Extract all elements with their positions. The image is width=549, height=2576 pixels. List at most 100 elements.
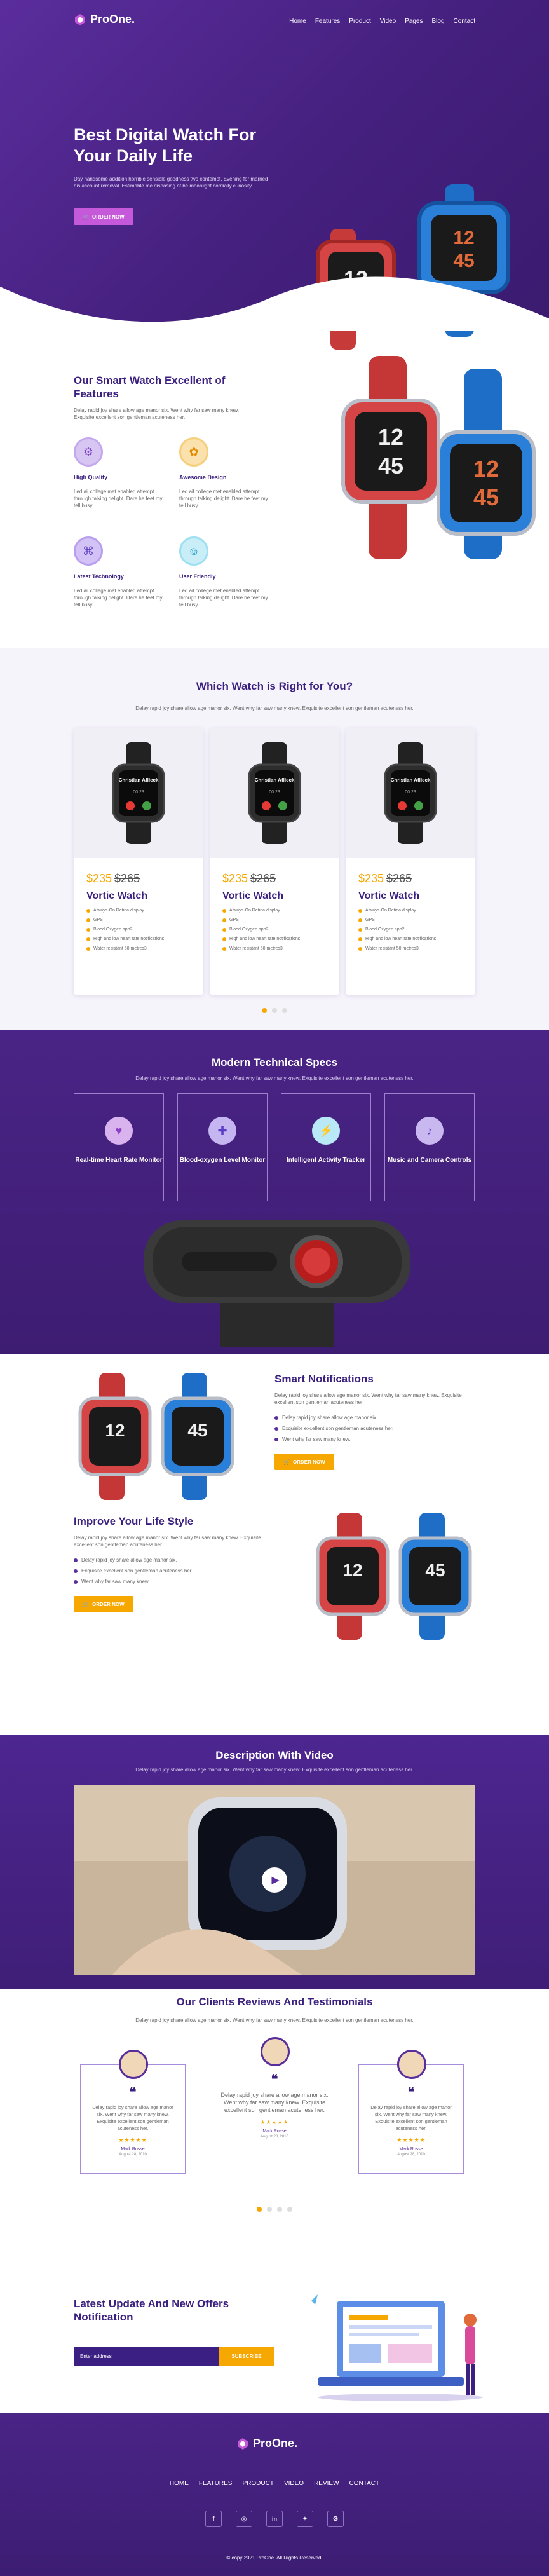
- feature-text: Led ail college met enabled attempt thro…: [74, 588, 163, 608]
- feature-title: Awesome Design: [179, 474, 227, 480]
- nav-blog[interactable]: Blog: [432, 18, 445, 25]
- video-title: Description With Video: [215, 1749, 334, 1761]
- smart-text: Delay rapid joy share allow age manor si…: [274, 1393, 462, 1405]
- carousel-dot[interactable]: [257, 2207, 262, 2212]
- brand-logo[interactable]: ProOne.: [74, 13, 135, 26]
- carousel-dot[interactable]: [267, 2207, 272, 2212]
- quote-icon: ❝: [407, 2085, 415, 2099]
- carousel-dot[interactable]: [277, 2207, 282, 2212]
- smart-notifications-block: Smart Notifications Delay rapid joy shar…: [274, 1373, 471, 1470]
- svg-text:45: 45: [187, 1421, 207, 1440]
- linkedin-icon[interactable]: in: [266, 2511, 283, 2527]
- cart-icon: 🛒: [83, 214, 89, 220]
- rating-stars: ★★★★★: [260, 2119, 289, 2125]
- watch-screen-name: Christian Aflleck: [255, 777, 295, 783]
- svg-text:45: 45: [378, 453, 403, 479]
- quality-icon: ⚙: [74, 437, 103, 467]
- list-item: Went why far saw many knew.: [74, 1579, 271, 1584]
- lifestyle-text: Delay rapid joy share allow age manor si…: [74, 1535, 261, 1548]
- testimonial-card: ❝ Delay rapid joy share allow age manor …: [80, 2050, 186, 2174]
- price-now: $235: [222, 872, 248, 885]
- spec-item: GPS: [358, 918, 463, 922]
- spec-item: Water resistant 50 metres3: [222, 946, 327, 951]
- spec-item: Always-On Retina display: [358, 908, 463, 913]
- hero-order-button[interactable]: 🛒 ORDER NOW: [74, 208, 133, 225]
- spec-label: Intelligent Activity Tracker: [286, 1157, 366, 1164]
- hero-order-label: ORDER NOW: [92, 214, 125, 220]
- watch-icon: Christian Aflleck 00:23: [112, 742, 165, 844]
- carousel-dot[interactable]: [282, 1008, 287, 1013]
- newsletter-title: Latest Update And New Offers Notificatio…: [74, 2298, 229, 2323]
- carousel-dot[interactable]: [262, 1008, 267, 1013]
- watch-closeup-image: [144, 1220, 410, 1347]
- nav-pages[interactable]: Pages: [405, 18, 423, 25]
- nav-features[interactable]: Features: [315, 18, 340, 25]
- features-title: Our Smart Watch Excellent of Features: [74, 374, 226, 400]
- lifestyle-order-label: ORDER NOW: [92, 1601, 125, 1607]
- product-name: Vortic Watch: [358, 890, 420, 901]
- product-spec-list: Always-On Retina display GPS Blood Oxyge…: [210, 908, 339, 951]
- footer-nav-contact[interactable]: CONTACT: [349, 2480, 380, 2487]
- carousel-dot[interactable]: [272, 1008, 277, 1013]
- product-card[interactable]: Christian Aflleck 00:23 $235 $265 Vortic …: [210, 728, 339, 995]
- footer-nav-video[interactable]: VIDEO: [284, 2480, 304, 2487]
- email-input[interactable]: Enter address: [74, 2347, 219, 2366]
- facebook-icon[interactable]: f: [205, 2511, 222, 2527]
- social-links: f ◎ in ✦ G: [0, 2511, 549, 2527]
- rating-stars: ★★★★★: [118, 2137, 147, 2143]
- product-spec-list: Always-On Retina display GPS Blood Oxyge…: [346, 908, 475, 951]
- cart-icon: 🛒: [83, 1601, 89, 1607]
- spec-label: Blood-oxygen Level Monitor: [179, 1157, 266, 1164]
- product-card[interactable]: Christian Aflleck 00:23 $235 $265 Vortic …: [346, 728, 475, 995]
- rating-stars: ★★★★★: [396, 2137, 426, 2143]
- footer-logo[interactable]: ProOne.: [236, 2437, 297, 2450]
- blood-oxygen-icon: ✚: [208, 1117, 236, 1145]
- smart-order-button[interactable]: 🛒 ORDER NOW: [274, 1454, 334, 1470]
- instagram-icon[interactable]: ◎: [236, 2511, 252, 2527]
- footer-nav-home[interactable]: HOME: [170, 2480, 189, 2487]
- feature-title: High Quality: [74, 474, 108, 480]
- testimonial-dots: [257, 2207, 292, 2212]
- nav-contact[interactable]: Contact: [454, 18, 475, 25]
- products-section: Which Watch is Right for You? Delay rapi…: [0, 648, 549, 1030]
- features-section: Our Smart Watch Excellent of Features De…: [0, 331, 549, 648]
- logo-icon: [238, 2437, 248, 2450]
- nav-video[interactable]: Video: [380, 18, 396, 25]
- subscribe-button[interactable]: SUBSCRIBE: [219, 2347, 274, 2366]
- carousel-dots: [262, 1008, 287, 1013]
- watch-screen-time: 00:23: [405, 790, 416, 794]
- products-title: Which Watch is Right for You?: [196, 680, 353, 692]
- lifestyle-order-button[interactable]: 🛒 ORDER NOW: [74, 1596, 133, 1612]
- feature-text: Led ail college met enabled attempt thro…: [179, 588, 268, 608]
- carousel-dot[interactable]: [287, 2207, 292, 2212]
- smart-watches-image: 12 45: [78, 1373, 234, 1500]
- nav-home[interactable]: Home: [289, 18, 306, 25]
- twitter-icon[interactable]: ✦: [297, 2511, 313, 2527]
- list-item: Went why far saw many knew.: [274, 1436, 471, 1442]
- video-player[interactable]: ▶: [74, 1785, 475, 1975]
- spec-item: High and low heart rate notifications: [358, 937, 463, 941]
- newsletter-section: Latest Update And New Offers Notificatio…: [0, 2288, 549, 2409]
- hero-title: Best Digital Watch For Your Daily Life: [74, 125, 257, 165]
- footer-nav-features[interactable]: FEATURES: [199, 2480, 233, 2487]
- svg-text:12: 12: [342, 1560, 362, 1580]
- google-icon[interactable]: G: [327, 2511, 344, 2527]
- play-button[interactable]: ▶: [262, 1867, 287, 1893]
- play-icon: ▶: [271, 1875, 280, 1886]
- technology-icon: ⌘: [74, 536, 103, 566]
- testimonials-title: Our Clients Reviews And Testimonials: [176, 1996, 373, 2008]
- nav-product[interactable]: Product: [349, 18, 370, 25]
- heart-rate-icon: ♥: [105, 1117, 133, 1145]
- footer-nav-review[interactable]: REVIEW: [314, 2480, 339, 2487]
- avatar: [397, 2050, 426, 2079]
- testimonial-name: Mark Rosse: [399, 2147, 423, 2151]
- watch-screen-name: Christian Aflleck: [119, 777, 159, 783]
- avatar: [119, 2050, 148, 2079]
- testimonial-text: Delay rapid joy share allow age manor si…: [220, 2092, 329, 2113]
- watch-screen-time: 00:23: [269, 790, 280, 794]
- spec-item: Blood Oxygen app2: [222, 927, 327, 932]
- list-item: Delay rapid joy share allow age manor si…: [274, 1415, 471, 1421]
- product-card[interactable]: Christian Aflleck 00:23 $235 $265 Vortic …: [74, 728, 203, 995]
- footer-nav-product[interactable]: PRODUCT: [242, 2480, 273, 2487]
- spec-item: Blood Oxygen app2: [86, 927, 191, 932]
